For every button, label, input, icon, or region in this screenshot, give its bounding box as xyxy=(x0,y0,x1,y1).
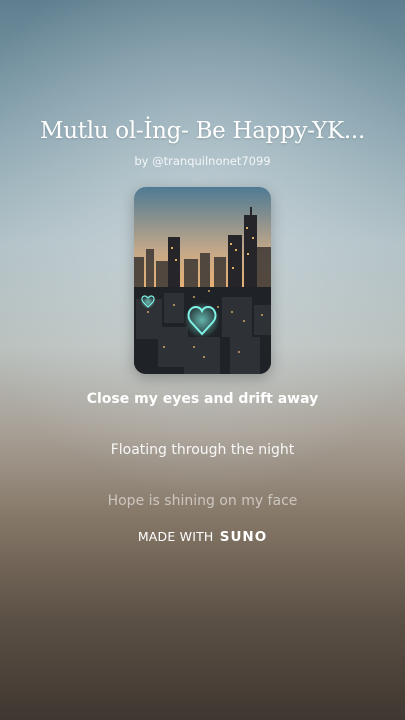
made-with-suno-badge[interactable]: MADE WITH SUNO xyxy=(0,529,405,545)
artist-byline[interactable]: by @tranquilnonet7099 xyxy=(0,154,405,168)
suno-logo-text: SUNO xyxy=(219,529,268,545)
lyric-next-line: Floating through the night xyxy=(110,442,295,458)
song-title: Mutlu ol-İng- Be Happy-YK... xyxy=(40,118,365,144)
cover-artwork xyxy=(134,187,271,374)
lyric-current-line: Close my eyes and drift away xyxy=(86,391,319,407)
lyric-upcoming-line: Hope is shining on my face xyxy=(107,493,298,509)
made-with-label: MADE WITH xyxy=(137,529,214,544)
